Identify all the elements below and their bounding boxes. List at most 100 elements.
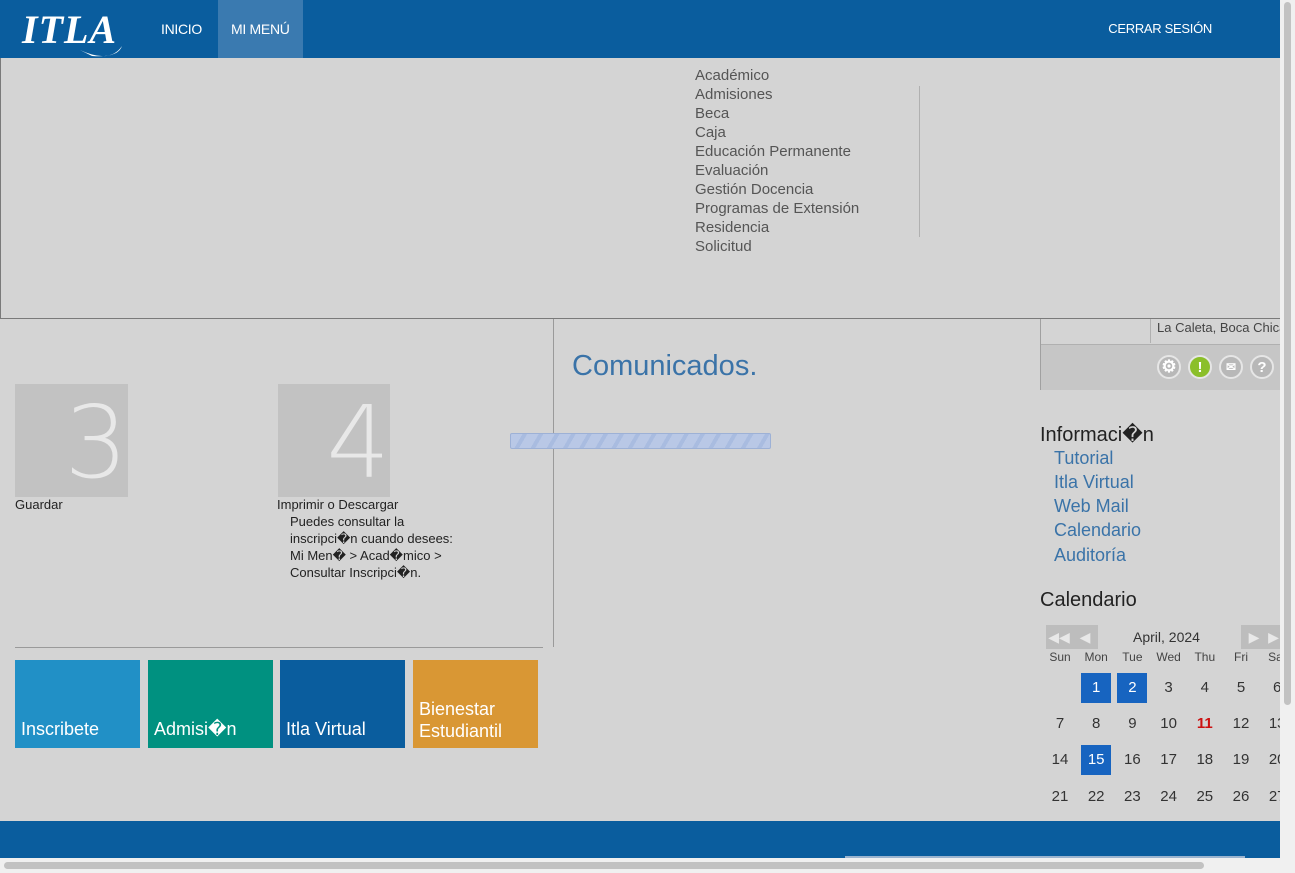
footer [0,821,1280,858]
calendar-day[interactable]: 17 [1154,745,1184,775]
tile-inscribete[interactable]: Inscribete [15,660,140,748]
calendar-day[interactable]: 16 [1117,745,1147,775]
step-3-label: Guardar [15,497,63,512]
calendar-day[interactable]: 22 [1081,782,1111,812]
menu-item-admisiones[interactable]: Admisiones [695,85,859,104]
calendar-day[interactable]: 9 [1117,709,1147,739]
prev-month-button[interactable]: ◀ [1072,625,1098,649]
alert-icon[interactable]: ! [1188,355,1212,379]
left-divider [15,647,543,648]
user-location: La Caleta, Boca Chica [1157,320,1281,335]
prev-year-button[interactable]: ◀◀ [1046,625,1072,649]
calendar-day[interactable]: 7 [1045,709,1075,739]
link-web-mail[interactable]: Web Mail [1054,494,1141,518]
next-month-button[interactable]: ▶ [1241,625,1267,649]
menu-divider [919,86,920,237]
help-icon[interactable]: ? [1250,355,1274,379]
nav-mi-menu[interactable]: MI MENÚ [218,0,303,58]
step-4-number: 4 [326,384,390,498]
calendar-month-label: April, 2024 [1133,629,1200,645]
menu-item-caja[interactable]: Caja [695,123,859,142]
calendar-day[interactable]: 14 [1045,745,1075,775]
menu-item-gestion-docencia[interactable]: Gestión Docencia [695,180,859,199]
tile-bienestar-label: Bienestar Estudiantil [419,699,503,741]
info-links: Tutorial Itla Virtual Web Mail Calendari… [1054,446,1141,567]
step-4-desc-line: Consultar Inscripci�n. [290,565,422,580]
step-4-box: 4 [278,384,390,497]
calendar-day[interactable]: 10 [1154,709,1184,739]
step-4-desc-line: inscripci�n cuando desees: [290,531,453,546]
calendar-day[interactable]: 12 [1226,709,1256,739]
logo-swoosh-icon [80,46,122,57]
calendar-day[interactable]: 27 [1262,782,1280,812]
calendar-day[interactable]: 15 [1081,745,1112,775]
calendar-title: Calendario [1040,589,1137,611]
calendar-day[interactable]: 2 [1117,673,1148,703]
calendar-day[interactable]: 5 [1226,673,1256,703]
tile-bienestar-estudiantil[interactable]: Bienestar Estudiantil [413,660,538,748]
vertical-scroll-thumb[interactable] [1284,2,1291,705]
menu-item-beca[interactable]: Beca [695,104,859,123]
menu-item-educacion-permanente[interactable]: Educación Permanente [695,142,859,161]
calendar-day[interactable]: 11 [1190,709,1220,739]
link-tutorial[interactable]: Tutorial [1054,446,1141,470]
tile-admision-label: Admisi�n [154,719,237,739]
calendar-day[interactable]: 4 [1190,673,1220,703]
calendar-grid: SunMonTueWedThuFriSat1234567891011121314… [1042,650,1280,820]
tile-itla-virtual[interactable]: Itla Virtual [280,660,405,748]
calendar-weekday: Sat [1268,650,1280,664]
calendar-day[interactable]: 13 [1262,709,1280,739]
menu-item-evaluacion[interactable]: Evaluación [695,161,859,180]
calendar-weekday: Sun [1049,650,1071,664]
calendar-day[interactable]: 21 [1045,782,1075,812]
menu-item-residencia[interactable]: Residencia [695,218,859,237]
step-4-desc-line: Puedes consultar la [290,514,405,529]
vertical-scrollbar[interactable] [1280,0,1295,873]
user-panel: La Caleta, Boca Chica ⚙ ! ✉ ? [1040,319,1281,390]
calendar-day[interactable]: 24 [1154,782,1184,812]
link-itla-virtual[interactable]: Itla Virtual [1054,470,1141,494]
link-calendario[interactable]: Calendario [1054,518,1141,542]
step-4-desc-line: Mi Men� > Acad�mico > [290,548,442,563]
top-nav-bar: ITLA INICIO MI MENÚ CERRAR SESIÓN [0,0,1280,58]
step-4-description: Puedes consultar la inscripci�n cuando d… [290,513,490,581]
loading-bar [510,433,771,449]
menu-item-academico[interactable]: Académico [695,66,859,85]
user-tools-bar: ⚙ ! ✉ ? [1041,345,1281,390]
calendar-day[interactable]: 3 [1154,673,1184,703]
itla-logo[interactable]: ITLA [22,2,126,58]
calendar-day[interactable]: 26 [1226,782,1256,812]
calendar-day[interactable]: 6 [1262,673,1280,703]
calendar-day[interactable]: 23 [1117,782,1147,812]
menu-item-programas-extension[interactable]: Programas de Extensión [695,199,859,218]
info-section-title: Informaci�n [1040,424,1154,446]
next-year-button[interactable]: ▶ [1267,625,1280,649]
calendar-weekday: Wed [1156,650,1181,664]
menu-item-solicitud[interactable]: Solicitud [695,237,859,256]
link-auditoria[interactable]: Auditoría [1054,543,1141,567]
calendar-day[interactable]: 25 [1190,782,1220,812]
step-3-number: 3 [64,384,128,498]
logout-link[interactable]: CERRAR SESIÓN [1095,0,1225,58]
horizontal-scrollbar[interactable] [0,858,1280,873]
calendar-weekday: Thu [1194,650,1216,664]
mega-menu-list: Académico Admisiones Beca Caja Educación… [695,66,859,256]
column-divider [553,319,554,647]
calendar-day[interactable]: 20 [1262,745,1280,775]
tile-itla-virtual-label: Itla Virtual [286,719,366,739]
calendar-day[interactable]: 1 [1081,673,1112,703]
horizontal-scroll-thumb[interactable] [4,862,1204,869]
mail-icon[interactable]: ✉ [1219,355,1243,379]
calendar-day[interactable]: 18 [1190,745,1220,775]
calendar-weekday: Mon [1084,650,1108,664]
nav-inicio[interactable]: INICIO [148,0,215,58]
tile-inscribete-label: Inscribete [21,719,100,739]
user-info-separator [1150,319,1151,343]
comunicados-title: Comunicados. [572,350,758,382]
calendar-day[interactable]: 8 [1081,709,1111,739]
calendar-day[interactable]: 19 [1226,745,1256,775]
gear-icon[interactable]: ⚙ [1157,355,1181,379]
calendar-weekday: Tue [1122,650,1143,664]
mega-menu-panel: Académico Admisiones Beca Caja Educación… [0,58,1281,319]
tile-admision[interactable]: Admisi�n [148,660,273,748]
